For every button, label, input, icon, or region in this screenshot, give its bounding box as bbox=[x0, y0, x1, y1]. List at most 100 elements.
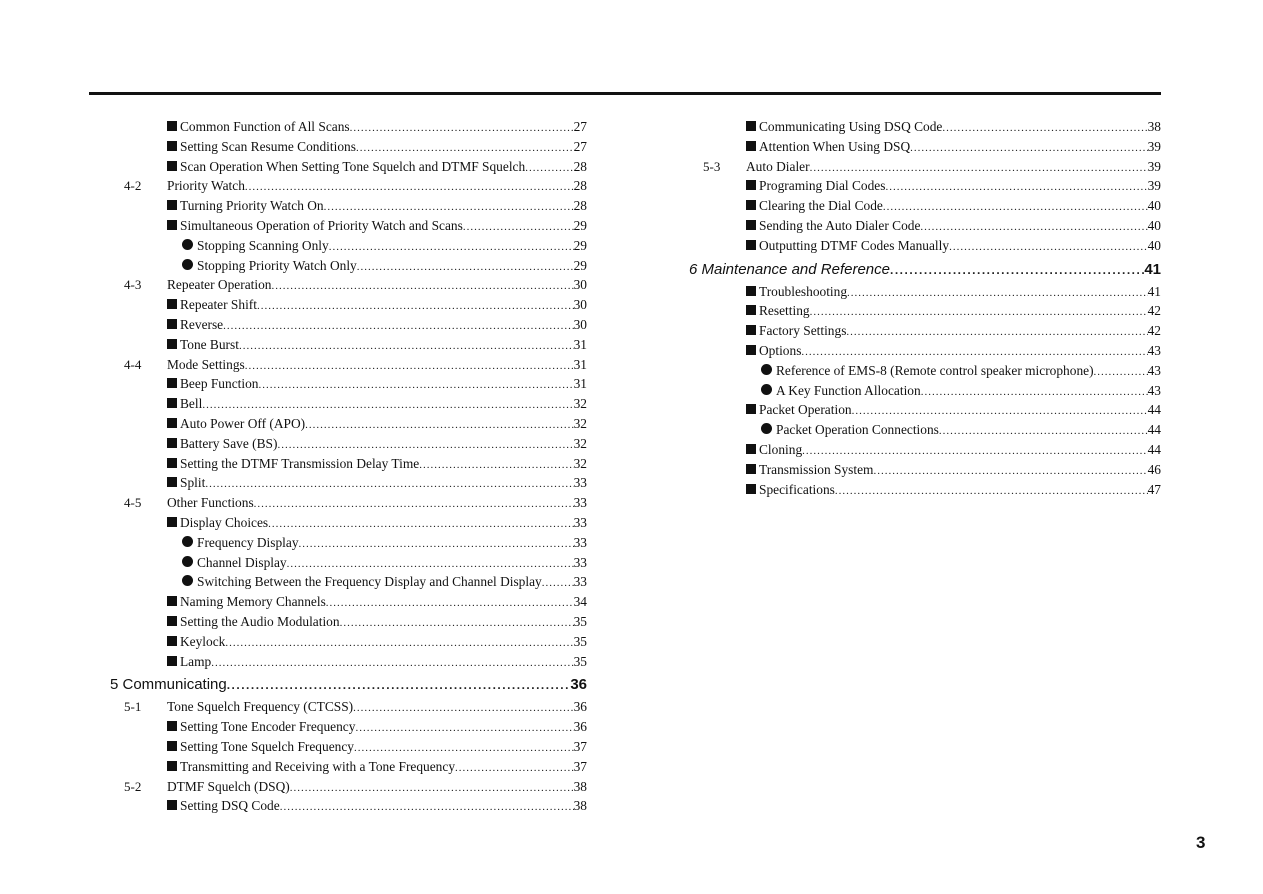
toc-chapter-entry[interactable]: 6 Maintenance and Reference 41 bbox=[689, 258, 1161, 281]
entry-page-number: 35 bbox=[573, 653, 587, 669]
entry-text: Clearing the Dial Code 40 bbox=[746, 196, 1161, 218]
toc-entry[interactable]: 5-1 Tone Squelch Frequency (CTCSS) 36 bbox=[110, 697, 587, 717]
toc-entry[interactable]: Cloning 44 bbox=[689, 440, 1161, 460]
toc-entry[interactable]: Clearing the Dial Code 40 bbox=[689, 196, 1161, 216]
toc-entry[interactable]: Display Choices 33 bbox=[110, 513, 587, 533]
entry-text: Setting DSQ Code 38 bbox=[167, 796, 587, 818]
toc-entry[interactable]: Battery Save (BS) 32 bbox=[110, 434, 587, 454]
toc-entry[interactable]: Tone Burst 31 bbox=[110, 335, 587, 355]
section-number: 5-3 bbox=[703, 158, 721, 174]
dot-leader bbox=[280, 798, 574, 818]
square-bullet-icon bbox=[746, 180, 756, 191]
toc-entry[interactable]: Channel Display 33 bbox=[110, 553, 587, 573]
entry-label: DTMF Squelch (DSQ) bbox=[167, 778, 290, 794]
toc-entry[interactable]: 5-3 Auto Dialer 39 bbox=[689, 157, 1161, 177]
toc-entry[interactable]: Lamp 35 bbox=[110, 652, 587, 672]
toc-entry[interactable]: Split 33 bbox=[110, 473, 587, 493]
entry-page-number: 38 bbox=[1147, 119, 1161, 134]
entry-label: Communicating Using DSQ Code bbox=[759, 119, 943, 134]
entry-label: Setting Tone Encoder Frequency bbox=[180, 719, 356, 735]
toc-entry[interactable]: A Key Function Allocation 43 bbox=[689, 381, 1161, 401]
toc-entry[interactable]: Common Function of All Scans 27 bbox=[110, 117, 587, 137]
entry-label: Channel Display bbox=[197, 554, 287, 570]
entry-page-number: 30 bbox=[573, 297, 587, 313]
toc-entry[interactable]: Setting the Audio Modulation 35 bbox=[110, 612, 587, 632]
toc-entry[interactable]: Packet Operation 44 bbox=[689, 400, 1161, 420]
entry-page-number: 33 bbox=[573, 574, 587, 590]
circle-bullet-icon bbox=[761, 383, 772, 395]
entry-text: Scan Operation When Setting Tone Squelch… bbox=[167, 157, 587, 179]
toc-entry[interactable]: Stopping Scanning Only 29 bbox=[110, 236, 587, 256]
toc-entry[interactable]: Frequency Display 33 bbox=[110, 533, 587, 553]
toc-entry[interactable]: Reverse 30 bbox=[110, 315, 587, 335]
entry-text: Frequency Display 33 bbox=[182, 533, 587, 555]
entry-page-number: 40 bbox=[1147, 237, 1161, 253]
toc-entry[interactable]: Transmitting and Receiving with a Tone F… bbox=[110, 757, 587, 777]
entry-text: A Key Function Allocation 43 bbox=[761, 381, 1161, 403]
toc-entry[interactable]: Outputting DTMF Codes Manually 40 bbox=[689, 236, 1161, 256]
entry-label: Transmission System bbox=[759, 461, 874, 477]
entry-text: Cloning 44 bbox=[746, 440, 1161, 462]
entry-text: Priority Watch 28 bbox=[167, 176, 587, 198]
entry-page-number: 46 bbox=[1147, 461, 1161, 477]
entry-text: Resetting 42 bbox=[746, 301, 1161, 323]
toc-entry[interactable]: Switching Between the Frequency Display … bbox=[110, 572, 587, 592]
circle-bullet-icon bbox=[182, 238, 193, 250]
toc-entry[interactable]: Factory Settings 42 bbox=[689, 321, 1161, 341]
toc-entry[interactable]: 4-5 Other Functions 33 bbox=[110, 493, 587, 513]
toc-entry[interactable]: Packet Operation Connections 44 bbox=[689, 420, 1161, 440]
toc-entry[interactable]: Naming Memory Channels 34 bbox=[110, 592, 587, 612]
toc-entry[interactable]: Simultaneous Operation of Priority Watch… bbox=[110, 216, 587, 236]
toc-entry[interactable]: Setting Scan Resume Conditions 27 bbox=[110, 137, 587, 157]
toc-entry[interactable]: Attention When Using DSQ 39 bbox=[689, 137, 1161, 157]
toc-entry[interactable]: Setting the DTMF Transmission Delay Time… bbox=[110, 454, 587, 474]
toc-entry[interactable]: Auto Power Off (APO) 32 bbox=[110, 414, 587, 434]
entry-page-number: 29 bbox=[573, 257, 587, 273]
toc-entry[interactable]: Repeater Shift 30 bbox=[110, 295, 587, 315]
toc-entry[interactable]: Setting DSQ Code 38 bbox=[110, 796, 587, 816]
toc-entry[interactable]: 4-4 Mode Settings 31 bbox=[110, 355, 587, 375]
toc-entry[interactable]: Reference of EMS-8 (Remote control speak… bbox=[689, 361, 1161, 381]
square-bullet-icon bbox=[167, 721, 177, 732]
toc-entry[interactable]: Beep Function 31 bbox=[110, 374, 587, 394]
toc-entry[interactable]: Setting Tone Squelch Frequency 37 bbox=[110, 737, 587, 757]
toc-entry[interactable]: Keylock 35 bbox=[110, 632, 587, 652]
toc-entry[interactable]: Resetting 42 bbox=[689, 301, 1161, 321]
toc-entry[interactable]: 5-2 DTMF Squelch (DSQ) 38 bbox=[110, 777, 587, 797]
entry-label: Specifications bbox=[759, 481, 835, 497]
entry-label: Options bbox=[759, 342, 802, 358]
toc-entry[interactable]: Setting Tone Encoder Frequency 36 bbox=[110, 717, 587, 737]
entry-page-number: 28 bbox=[573, 178, 587, 194]
entry-label: Setting DSQ Code bbox=[180, 798, 280, 814]
entry-label: Setting Tone Squelch Frequency bbox=[180, 738, 354, 754]
entry-label: A Key Function Allocation bbox=[776, 382, 921, 398]
entry-label: Naming Memory Channels bbox=[180, 594, 326, 610]
toc-entry[interactable]: Specifications 47 bbox=[689, 480, 1161, 500]
toc-entry[interactable]: Options 43 bbox=[689, 341, 1161, 361]
entry-text: Sending the Auto Dialer Code 40 bbox=[746, 216, 1161, 238]
toc-entry[interactable]: Stopping Priority Watch Only 29 bbox=[110, 256, 587, 276]
entry-label: Priority Watch bbox=[167, 178, 245, 194]
toc-entry[interactable]: Communicating Using DSQ Code 38 bbox=[689, 117, 1161, 137]
entry-text: Auto Power Off (APO) 32 bbox=[167, 414, 587, 436]
toc-entry[interactable]: Sending the Auto Dialer Code 40 bbox=[689, 216, 1161, 236]
entry-label: Programing Dial Codes bbox=[759, 178, 886, 194]
square-bullet-icon bbox=[746, 325, 756, 336]
entry-label: Setting the Audio Modulation bbox=[180, 613, 340, 629]
toc-entry[interactable]: 4-3 Repeater Operation 30 bbox=[110, 275, 587, 295]
entry-label: Setting the DTMF Transmission Delay Time bbox=[180, 455, 420, 471]
square-bullet-icon bbox=[167, 457, 177, 468]
dot-leader bbox=[949, 238, 1148, 258]
entry-page-number: 43 bbox=[1147, 382, 1161, 398]
toc-entry[interactable]: Troubleshooting 41 bbox=[689, 282, 1161, 302]
toc-chapter-entry[interactable]: 5 Communicating 36 bbox=[110, 673, 587, 696]
entry-text: Specifications 47 bbox=[746, 480, 1161, 502]
toc-entry[interactable]: Turning Priority Watch On 28 bbox=[110, 196, 587, 216]
entry-label: Simultaneous Operation of Priority Watch… bbox=[180, 217, 463, 233]
toc-entry[interactable]: Transmission System 46 bbox=[689, 460, 1161, 480]
toc-entry[interactable]: Bell 32 bbox=[110, 394, 587, 414]
toc-entry[interactable]: Programing Dial Codes 39 bbox=[689, 176, 1161, 196]
entry-text: Repeater Operation 30 bbox=[167, 275, 587, 297]
toc-entry[interactable]: Scan Operation When Setting Tone Squelch… bbox=[110, 157, 587, 177]
toc-entry[interactable]: 4-2 Priority Watch 28 bbox=[110, 176, 587, 196]
